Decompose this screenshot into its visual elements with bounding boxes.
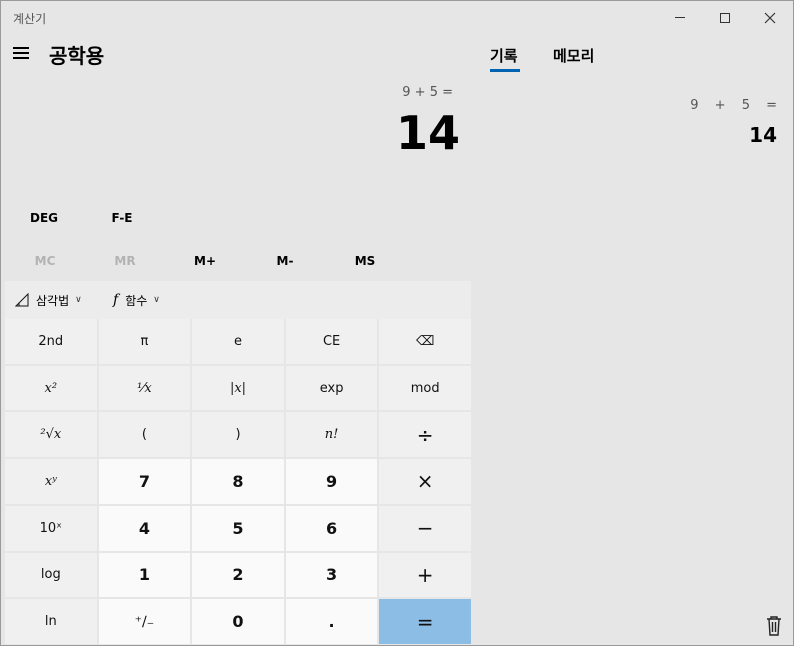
abs-key[interactable]: |x| [192, 365, 284, 411]
minimize-button[interactable] [657, 1, 703, 34]
equals-key[interactable]: = [379, 599, 471, 644]
trigonometry-label: 삼각법 [36, 293, 70, 308]
close-paren-key[interactable]: ) [192, 412, 284, 458]
angle-unit-button[interactable]: DEG [21, 207, 67, 229]
history-item-result[interactable]: 14 [749, 123, 777, 147]
chevron-down-icon: ∨ [75, 295, 82, 305]
power-key[interactable]: xʸ [5, 459, 97, 504]
memory-subtract-button[interactable]: M- [247, 250, 323, 272]
memory-store-button[interactable]: MS [327, 250, 403, 272]
memory-recall-button[interactable]: MR [87, 250, 163, 272]
function-dropdown[interactable]: f 함수 ∨ [113, 281, 160, 319]
memory-add-button[interactable]: M+ [167, 250, 243, 272]
trash-icon [767, 616, 781, 636]
second-key[interactable]: 2nd [5, 319, 97, 364]
factorial-key[interactable]: n! [285, 412, 378, 458]
memory-clear-button[interactable]: MC [7, 250, 83, 272]
pi-key[interactable]: π [98, 319, 191, 364]
log-key[interactable]: log [5, 552, 97, 598]
square-key[interactable]: x² [5, 365, 97, 411]
six-key[interactable]: 6 [285, 505, 378, 551]
eight-key[interactable]: 8 [192, 459, 284, 504]
minus-key[interactable]: − [379, 505, 471, 551]
plus-key[interactable]: + [379, 552, 471, 598]
e-key[interactable]: e [192, 319, 284, 364]
divide-key[interactable]: ÷ [379, 412, 471, 458]
reciprocal-key[interactable]: ¹⁄x [98, 365, 191, 411]
minimize-icon [675, 17, 685, 18]
two-key[interactable]: 2 [192, 552, 284, 598]
maximize-icon [720, 12, 730, 23]
tab-history[interactable]: 기록 [490, 45, 518, 66]
four-key[interactable]: 4 [98, 505, 191, 551]
zero-key[interactable]: 0 [192, 599, 284, 644]
sqrt-key[interactable]: ²√x [5, 412, 97, 458]
negate-key[interactable]: ⁺∕₋ [98, 599, 191, 644]
history-item-expression[interactable]: 9 + 5 = [690, 98, 777, 113]
seven-key[interactable]: 7 [98, 459, 191, 504]
triangle-ruler-icon [15, 293, 29, 307]
hamburger-icon [13, 47, 29, 49]
ln-key[interactable]: ln [5, 599, 97, 644]
nine-key[interactable]: 9 [285, 459, 378, 504]
multiply-key[interactable]: × [379, 459, 471, 504]
mode-title: 공학용 [49, 44, 105, 68]
chevron-down-icon: ∨ [153, 295, 160, 305]
keypad: 2nd π e CE ⌫ x² ¹⁄x |x| exp mod ²√x ( ) … [5, 319, 471, 644]
three-key[interactable]: 3 [285, 552, 378, 598]
function-label: 함수 [125, 293, 148, 308]
backspace-key[interactable]: ⌫ [379, 319, 471, 364]
five-key[interactable]: 5 [192, 505, 284, 551]
one-key[interactable]: 1 [98, 552, 191, 598]
menu-button[interactable] [13, 47, 31, 61]
mod-key[interactable]: mod [379, 365, 471, 411]
trigonometry-dropdown[interactable]: 삼각법 ∨ [15, 281, 82, 319]
close-button[interactable] [747, 1, 793, 34]
hamburger-icon-line [13, 52, 29, 54]
exp-key[interactable]: exp [285, 365, 378, 411]
function-icon: f [113, 292, 119, 308]
tab-memory[interactable]: 메모리 [553, 45, 594, 66]
maximize-button[interactable] [702, 1, 748, 34]
close-icon [764, 12, 776, 23]
function-strip: 삼각법 ∨ f 함수 ∨ [5, 281, 471, 319]
open-paren-key[interactable]: ( [98, 412, 191, 458]
ten-power-key[interactable]: 10ˣ [5, 505, 97, 551]
clear-history-button[interactable] [765, 615, 783, 637]
title-bar: 계산기 [1, 1, 793, 34]
fe-button[interactable]: F-E [99, 207, 145, 229]
app-title: 계산기 [13, 12, 47, 26]
active-tab-indicator [490, 69, 520, 72]
expression-display: 9 + 5 = [402, 85, 453, 100]
result-display: 14 [395, 106, 460, 160]
decimal-key[interactable]: . [285, 599, 378, 644]
hamburger-icon-line [13, 57, 29, 59]
calculator-window: 계산기 공학용 9 + 5 = 14 DEG F-E MC MR M+ M- M… [0, 0, 794, 646]
ce-key[interactable]: CE [285, 319, 378, 364]
